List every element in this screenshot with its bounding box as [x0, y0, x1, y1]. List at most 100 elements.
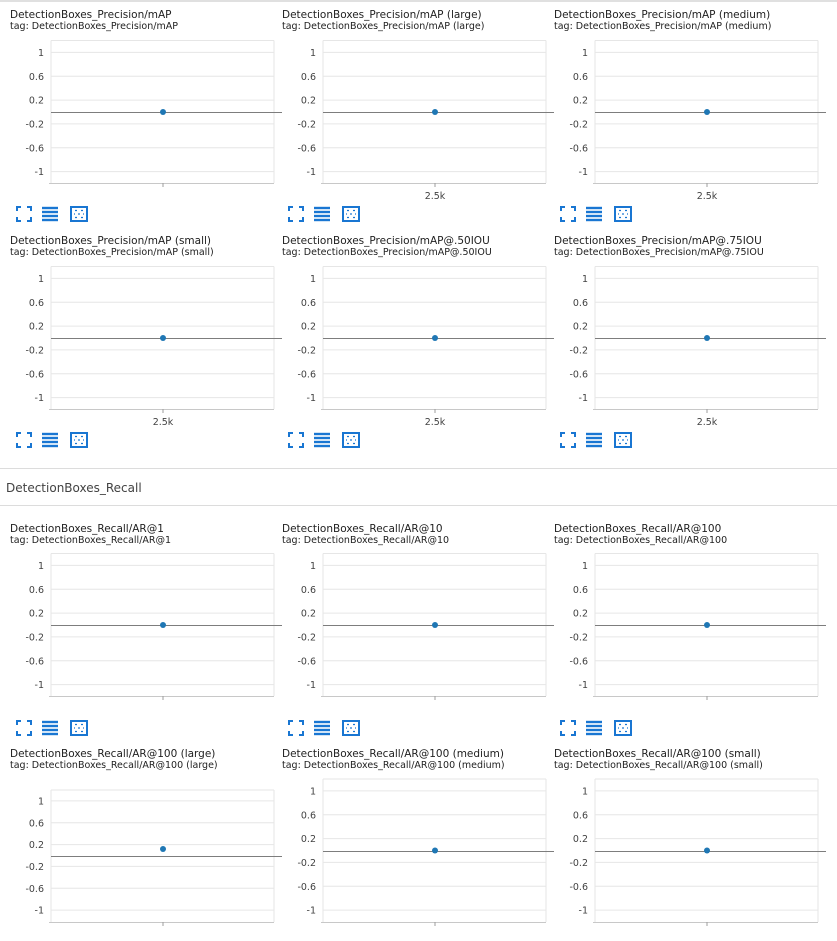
y-tick-label: -0.6	[25, 656, 44, 667]
plot-frame	[594, 553, 819, 696]
y-tick-label: 1	[310, 274, 316, 285]
fit-to-screen-icon[interactable]	[560, 432, 578, 448]
chart-plot[interactable]: 1 0.6 0.2 -0.2 -0.6 -1	[0, 0, 837, 941]
toggle-y-axis-log-icon[interactable]	[42, 720, 60, 736]
y-tick-label: 0.6	[573, 585, 588, 596]
fit-domain-icon[interactable]	[342, 432, 362, 448]
toggle-y-axis-log-icon[interactable]	[586, 432, 604, 448]
y-tick-label: 0.2	[573, 96, 588, 107]
fit-domain-icon[interactable]	[342, 720, 362, 736]
chart-title: DetectionBoxes_Precision/mAP@.75IOU	[554, 235, 762, 247]
y-tick-label: 1	[582, 48, 588, 59]
plot-frame	[50, 266, 275, 409]
plot-frame	[322, 553, 547, 696]
y-tick-label: -0.2	[569, 858, 588, 869]
data-point[interactable]	[160, 109, 166, 115]
y-tick-label: -0.6	[569, 656, 588, 667]
plot-frame	[322, 778, 547, 922]
fit-to-screen-icon[interactable]	[16, 206, 34, 222]
y-tick-label: 0.2	[301, 96, 316, 107]
data-point[interactable]	[432, 335, 438, 341]
chart-plot[interactable]: 1 0.6 0.2 -0.2 -0.6 -1 2.5k	[0, 0, 837, 941]
plot-frame	[322, 266, 547, 409]
chart-title: DetectionBoxes_Recall/AR@10	[282, 523, 443, 535]
y-tick-label: -0.6	[297, 656, 316, 667]
toggle-y-axis-log-icon[interactable]	[586, 206, 604, 222]
chart-tag: tag: DetectionBoxes_Precision/mAP@.75IOU	[554, 247, 764, 258]
plot-frame	[50, 789, 275, 922]
chart-title: DetectionBoxes_Recall/AR@1	[10, 523, 164, 535]
y-tick-label: 0.2	[573, 609, 588, 620]
y-tick-label: -0.2	[569, 119, 588, 130]
fit-domain-icon[interactable]	[70, 206, 90, 222]
fit-to-screen-icon[interactable]	[288, 720, 306, 736]
plot-frame	[594, 266, 819, 409]
chart-tag: tag: DetectionBoxes_Precision/mAP@.50IOU	[282, 247, 492, 258]
fit-to-screen-icon[interactable]	[16, 720, 34, 736]
y-tick-label: 0.6	[301, 585, 316, 596]
data-point[interactable]	[160, 845, 166, 852]
plot-frame	[50, 553, 275, 696]
chart-plot[interactable]: 1 0.6 0.2 -0.2 -0.6 -1	[0, 0, 837, 941]
y-tick-label: 0.6	[573, 298, 588, 309]
chart-plot[interactable]: 1 0.6 0.2 -0.2 -0.6 -1	[0, 0, 837, 941]
data-point[interactable]	[704, 622, 710, 628]
chart-tag: tag: DetectionBoxes_Recall/AR@100	[554, 535, 728, 546]
fit-domain-icon[interactable]	[70, 720, 90, 736]
data-point[interactable]	[704, 847, 710, 854]
fit-domain-icon[interactable]	[70, 432, 90, 448]
toggle-y-axis-log-icon[interactable]	[42, 206, 60, 222]
y-tick-label: 0.2	[29, 96, 44, 107]
y-tick-label: -0.2	[25, 632, 44, 643]
y-tick-label: -0.2	[297, 858, 316, 869]
fit-to-screen-icon[interactable]	[288, 432, 306, 448]
y-tick-label: 0.2	[301, 834, 316, 845]
chart-tag: tag: DetectionBoxes_Precision/mAP (mediu…	[554, 21, 772, 32]
toggle-y-axis-log-icon[interactable]	[314, 720, 332, 736]
chart-tag: tag: DetectionBoxes_Precision/mAP (small…	[10, 247, 214, 258]
chart-plot[interactable]: 1 0.6 0.2 -0.2 -0.6 -1 2.5k	[0, 0, 837, 941]
chart-plot[interactable]: 1 0.6 0.2 -0.2 -0.6 -1	[0, 0, 837, 941]
y-tick-label: 0.6	[301, 298, 316, 309]
chart-plot[interactable]: 1 0.6 0.2 -0.2 -0.6 -1 2.5k	[0, 0, 837, 941]
data-point[interactable]	[160, 335, 166, 341]
fit-to-screen-icon[interactable]	[560, 206, 578, 222]
y-tick-label: -0.2	[25, 119, 44, 130]
data-point[interactable]	[704, 109, 710, 115]
toggle-y-axis-log-icon[interactable]	[314, 206, 332, 222]
chart-tag: tag: DetectionBoxes_Recall/AR@100 (mediu…	[282, 760, 505, 771]
y-tick-label: 1	[38, 561, 44, 572]
y-tick-label: 0.6	[301, 810, 316, 821]
y-tick-label: -0.2	[297, 632, 316, 643]
chart-title: DetectionBoxes_Recall/AR@100 (large)	[10, 748, 216, 760]
data-point[interactable]	[432, 847, 438, 854]
y-tick-label: 0.6	[29, 818, 44, 829]
chart-plot[interactable]: 1 0.6 0.2 -0.2 -0.6 -1	[0, 0, 837, 941]
chart-plot[interactable]: 1 0.6 0.2 -0.2 -0.6 -1	[0, 0, 837, 941]
fit-domain-icon[interactable]	[614, 206, 634, 222]
fit-to-screen-icon[interactable]	[16, 432, 34, 448]
fit-to-screen-icon[interactable]	[288, 206, 306, 222]
chart-plot[interactable]: 1 0.6 0.2 -0.2 -0.6 -1	[0, 0, 837, 941]
fit-to-screen-icon[interactable]	[560, 720, 578, 736]
toggle-y-axis-log-icon[interactable]	[586, 720, 604, 736]
data-point[interactable]	[704, 335, 710, 341]
fit-domain-icon[interactable]	[614, 720, 634, 736]
data-point[interactable]	[432, 622, 438, 628]
chart-plot[interactable]: 1 0.6 0.2 -0.2 -0.6 -1 2.5k	[0, 0, 837, 941]
data-point[interactable]	[160, 622, 166, 628]
y-tick-label: -0.6	[297, 882, 316, 893]
toggle-y-axis-log-icon[interactable]	[42, 432, 60, 448]
x-tick-label: 2.5k	[697, 417, 718, 428]
chart-tag: tag: DetectionBoxes_Recall/AR@100 (small…	[554, 760, 763, 771]
fit-domain-icon[interactable]	[614, 432, 634, 448]
fit-domain-icon[interactable]	[342, 206, 362, 222]
section-divider	[0, 468, 837, 469]
y-tick-label: -0.2	[25, 862, 44, 873]
y-tick-label: -0.2	[569, 632, 588, 643]
y-tick-label: -0.2	[25, 345, 44, 356]
chart-plot[interactable]: 1 0.6 0.2 -0.2 -0.6 -1 2.5k	[0, 0, 837, 941]
data-point[interactable]	[432, 109, 438, 115]
section-title[interactable]: DetectionBoxes_Recall	[6, 481, 142, 495]
toggle-y-axis-log-icon[interactable]	[314, 432, 332, 448]
